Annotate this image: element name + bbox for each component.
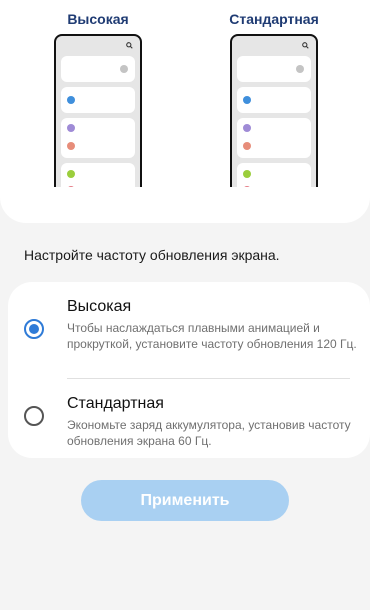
radio-high-selected[interactable] — [24, 319, 44, 339]
green-dot-icon — [67, 170, 75, 178]
blue-dot-icon — [243, 96, 251, 104]
preview-tile — [237, 163, 311, 187]
refresh-rate-options: Высокая Чтобы наслаждаться плавными аним… — [8, 282, 370, 458]
option-high-title: Высокая — [67, 298, 132, 315]
phone-mockup-standard — [230, 34, 318, 187]
preview-tile — [61, 87, 135, 113]
high-preview-label: Высокая — [67, 11, 129, 27]
preview-tile — [237, 56, 311, 82]
option-standard-title: Стандартная — [67, 395, 164, 412]
standard-preview-label: Стандартная — [229, 11, 319, 27]
salmon-dot-icon — [243, 142, 251, 150]
preview-tile — [237, 118, 311, 158]
preview-tile — [237, 87, 311, 113]
standard-preview: Стандартная — [224, 10, 324, 187]
apply-button[interactable]: Применить — [81, 480, 289, 521]
green-dot-icon — [243, 170, 251, 178]
refresh-rate-preview-card: Высокая Стандартная — [0, 0, 370, 223]
option-standard[interactable]: Стандартная Экономьте заряд аккумулятора… — [8, 395, 370, 455]
option-high-description: Чтобы наслаждаться плавными анимацией и … — [67, 321, 357, 351]
pink-dot-icon — [67, 186, 75, 187]
preview-tile — [61, 163, 135, 187]
gray-dot-icon — [120, 65, 128, 73]
gray-dot-icon — [296, 65, 304, 73]
preview-tile — [61, 118, 135, 158]
purple-dot-icon — [243, 124, 251, 132]
blue-dot-icon — [67, 96, 75, 104]
radio-standard[interactable] — [24, 406, 44, 426]
high-preview: Высокая — [48, 10, 148, 187]
divider — [67, 378, 350, 379]
instruction-text: Настройте частоту обновления экрана. — [24, 247, 280, 263]
search-icon — [126, 42, 133, 49]
pink-dot-icon — [243, 186, 251, 187]
phone-mockup-high — [54, 34, 142, 187]
purple-dot-icon — [67, 124, 75, 132]
preview-tile — [61, 56, 135, 82]
option-standard-description: Экономьте заряд аккумулятора, установив … — [67, 418, 351, 448]
salmon-dot-icon — [67, 142, 75, 150]
option-high[interactable]: Высокая Чтобы наслаждаться плавными аним… — [8, 298, 370, 378]
search-icon — [302, 42, 309, 49]
